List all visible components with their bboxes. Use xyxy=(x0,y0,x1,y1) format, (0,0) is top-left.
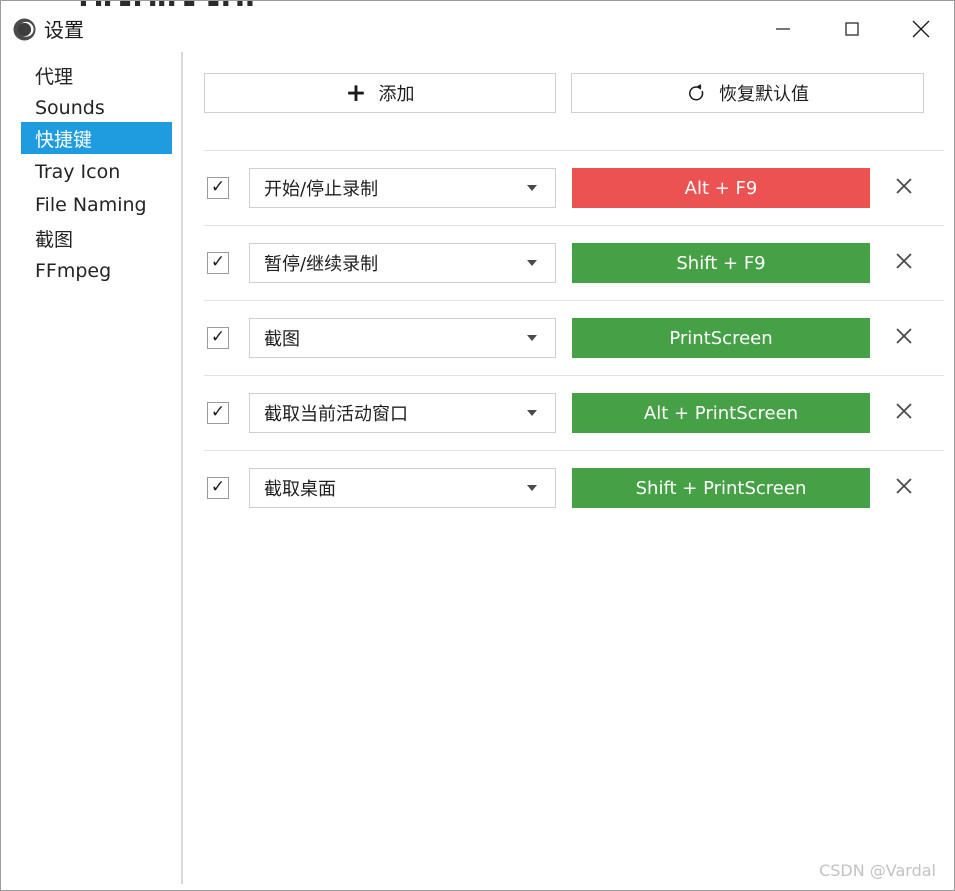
add-hotkey-label: 添加 xyxy=(378,80,414,106)
check-icon: ✓ xyxy=(211,329,225,346)
restore-defaults-label: 恢复默认值 xyxy=(719,80,809,106)
close-button[interactable] xyxy=(886,6,955,51)
hotkey-row: ✓ 截取桌面 Shift + PrintScreen xyxy=(183,451,955,525)
sidebar: 代理 Sounds 快捷键 Tray Icon File Naming 截图 F… xyxy=(2,51,181,883)
check-icon: ✓ xyxy=(211,404,225,421)
hotkey-enabled-checkbox[interactable]: ✓ xyxy=(207,177,229,199)
remove-hotkey-button[interactable] xyxy=(889,173,919,203)
plus-icon: + xyxy=(346,80,367,105)
chevron-down-icon xyxy=(527,485,537,491)
hotkey-key-button[interactable]: Alt + F9 xyxy=(572,168,870,208)
sidebar-item-label: Tray Icon xyxy=(35,161,120,183)
hotkey-row: ✓ 截图 PrintScreen xyxy=(183,301,955,375)
hotkey-enabled-checkbox[interactable]: ✓ xyxy=(207,252,229,274)
sidebar-item-tray-icon[interactable]: Tray Icon xyxy=(21,156,172,188)
chevron-down-icon xyxy=(527,185,537,191)
check-icon: ✓ xyxy=(211,254,225,271)
sidebar-item-label: 代理 xyxy=(35,62,73,89)
hotkey-action-value: 开始/停止录制 xyxy=(264,175,378,201)
window-controls xyxy=(748,6,955,51)
hotkey-key-label: Alt + PrintScreen xyxy=(644,403,798,424)
hotkey-key-button[interactable]: Shift + F9 xyxy=(572,243,870,283)
remove-hotkey-button[interactable] xyxy=(889,473,919,503)
chevron-down-icon xyxy=(527,335,537,341)
hotkey-key-label: PrintScreen xyxy=(669,328,772,349)
sidebar-item-label: File Naming xyxy=(35,194,147,216)
hotkey-action-dropdown[interactable]: 截取桌面 xyxy=(249,468,556,508)
watermark: CSDN @Vardal xyxy=(819,861,936,880)
hotkey-enabled-checkbox[interactable]: ✓ xyxy=(207,402,229,424)
hotkey-key-button[interactable]: PrintScreen xyxy=(572,318,870,358)
remove-hotkey-button[interactable] xyxy=(889,398,919,428)
chevron-down-icon xyxy=(527,410,537,416)
sidebar-item-hotkeys[interactable]: 快捷键 xyxy=(21,122,172,154)
hotkeys-panel: + 添加 恢复默认值 ✓ 开始/停 xyxy=(183,51,955,883)
minimize-icon xyxy=(774,20,792,38)
restore-defaults-button[interactable]: 恢复默认值 xyxy=(571,73,924,113)
hotkey-key-button[interactable]: Shift + PrintScreen xyxy=(572,468,870,508)
check-icon: ✓ xyxy=(211,479,225,496)
hotkey-action-dropdown[interactable]: 截图 xyxy=(249,318,556,358)
maximize-icon xyxy=(843,20,861,38)
hotkey-action-value: 暂停/继续录制 xyxy=(264,250,378,276)
close-icon xyxy=(892,324,916,353)
hotkey-enabled-checkbox[interactable]: ✓ xyxy=(207,477,229,499)
sidebar-item-screenshot[interactable]: 截图 xyxy=(21,222,172,254)
sidebar-item-label: Sounds xyxy=(35,97,105,119)
circle-logo-icon xyxy=(13,18,36,41)
sidebar-item-file-naming[interactable]: File Naming xyxy=(21,189,172,221)
hotkey-key-button[interactable]: Alt + PrintScreen xyxy=(572,393,870,433)
sidebar-item-label: 截图 xyxy=(35,225,73,252)
hotkey-row: ✓ 暂停/继续录制 Shift + F9 xyxy=(183,226,955,300)
hotkey-row: ✓ 开始/停止录制 Alt + F9 xyxy=(183,151,955,225)
title-bar: 设置 xyxy=(2,6,955,51)
sidebar-item-sounds[interactable]: Sounds xyxy=(21,92,172,124)
hotkey-action-dropdown[interactable]: 截取当前活动窗口 xyxy=(249,393,556,433)
sidebar-item-proxy[interactable]: 代理 xyxy=(21,59,172,91)
hotkey-key-label: Alt + F9 xyxy=(685,178,758,199)
remove-hotkey-button[interactable] xyxy=(889,248,919,278)
settings-window: ▌▐ ▌▐▌▌▐ ▌▌▐▌ ▐▌▌ ▌▌ 设置 xyxy=(0,0,955,891)
hotkey-action-dropdown[interactable]: 开始/停止录制 xyxy=(249,168,556,208)
refresh-icon xyxy=(686,83,707,104)
hotkey-action-dropdown[interactable]: 暂停/继续录制 xyxy=(249,243,556,283)
hotkey-key-label: Shift + F9 xyxy=(676,253,765,274)
hotkey-enabled-checkbox[interactable]: ✓ xyxy=(207,327,229,349)
hotkey-action-value: 截取桌面 xyxy=(264,475,336,501)
sidebar-item-label: 快捷键 xyxy=(35,125,92,152)
close-icon xyxy=(892,474,916,503)
close-icon xyxy=(910,18,932,40)
hotkey-row: ✓ 截取当前活动窗口 Alt + PrintScreen xyxy=(183,376,955,450)
check-icon: ✓ xyxy=(211,179,225,196)
hotkey-action-value: 截取当前活动窗口 xyxy=(264,400,408,426)
minimize-button[interactable] xyxy=(748,6,817,51)
sidebar-item-label: FFmpeg xyxy=(35,260,111,282)
hotkey-key-label: Shift + PrintScreen xyxy=(636,478,807,499)
panel-toolbar: + 添加 恢复默认值 xyxy=(204,73,924,113)
hotkey-list: ✓ 开始/停止录制 Alt + F9 xyxy=(183,150,955,525)
close-icon xyxy=(892,174,916,203)
remove-hotkey-button[interactable] xyxy=(889,323,919,353)
window-title: 设置 xyxy=(44,16,84,44)
hotkey-action-value: 截图 xyxy=(264,325,300,351)
close-icon xyxy=(892,399,916,428)
sidebar-item-ffmpeg[interactable]: FFmpeg xyxy=(21,255,172,287)
maximize-button[interactable] xyxy=(817,6,886,51)
chevron-down-icon xyxy=(527,260,537,266)
close-icon xyxy=(892,249,916,278)
add-hotkey-button[interactable]: + 添加 xyxy=(204,73,556,113)
